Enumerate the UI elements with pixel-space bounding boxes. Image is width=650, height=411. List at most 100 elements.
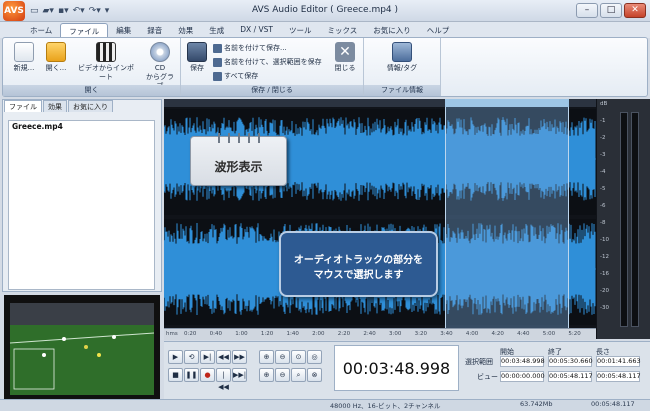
save-all-icon	[213, 71, 222, 81]
ribbon: 新規... 開く... ビデオからインポート CD からグラブ 開く 保存 名前…	[2, 37, 648, 97]
film-clapper-icon	[96, 42, 116, 62]
selection-overview-bar[interactable]	[445, 99, 569, 107]
db-label: dB	[600, 101, 608, 107]
callout-select-line1: オーディオトラックの部分を	[293, 255, 424, 266]
play-button[interactable]: ▶	[168, 350, 183, 364]
tab-record[interactable]: 録音	[139, 23, 170, 38]
ruler-unit: hms	[166, 331, 178, 337]
cd-grab-button[interactable]: CD からグラブ	[143, 42, 177, 91]
ruler-tick-label: 3:00	[389, 331, 402, 337]
tab-favorites-panel[interactable]: お気に入り	[68, 100, 113, 112]
tab-favorites[interactable]: お気に入り	[365, 23, 419, 38]
view-end-field[interactable]: 00:05:48.117	[548, 371, 593, 382]
file-list	[8, 120, 155, 290]
tab-edit[interactable]: 編集	[108, 23, 139, 38]
ruler-tick-label: 4:20	[491, 331, 504, 337]
selection-end-field[interactable]: 00:05:30.660	[548, 356, 593, 367]
fast-forward-button[interactable]: ▶▶	[232, 350, 247, 364]
ruler-tick-label: 2:20	[337, 331, 351, 337]
tab-help[interactable]: ヘルプ	[419, 23, 458, 38]
maximize-button[interactable]: □	[600, 3, 622, 18]
db-label: -6	[600, 203, 606, 209]
tab-dx-vst[interactable]: DX / VST	[232, 23, 281, 38]
minimize-button[interactable]: –	[576, 3, 598, 18]
folder-icon	[46, 42, 66, 62]
zoom-fit-vertical-icon[interactable]: ⌕	[291, 368, 306, 382]
zoom-reset-icon[interactable]: ⊗	[307, 368, 322, 382]
zoom-out-vertical-icon[interactable]: ⊖	[275, 368, 290, 382]
zoom-in-vertical-icon[interactable]: ⊕	[259, 368, 274, 382]
ruler-tick-label: 1:20	[260, 331, 274, 337]
save-as-button[interactable]: 名前を付けて保存...	[213, 43, 287, 53]
ruler-tick-label: 5:00	[542, 331, 556, 337]
tab-generate[interactable]: 生成	[201, 23, 232, 38]
go-to-start-button[interactable]: |◀◀	[216, 368, 231, 391]
save-all-button[interactable]: すべて保存	[213, 71, 258, 81]
new-file-icon	[14, 42, 34, 62]
time-ruler[interactable]: hms 0:20 0:40 1:00 1:20 1:40 2:00 2:20 2:40 3:00…	[164, 328, 596, 340]
ruler-tick-label: 4:40	[517, 331, 530, 337]
stop-button[interactable]: ■	[168, 368, 183, 382]
group-label-save-close: 保存 / 閉じる	[181, 85, 363, 96]
db-label: -12	[600, 254, 609, 260]
file-list-item[interactable]: Greece.mp4	[12, 122, 63, 131]
window-title: AVS Audio Editor ( Greece.mp4 )	[251, 5, 399, 15]
open-button[interactable]: 開く...	[41, 42, 71, 73]
ruler-tick-label: 1:40	[286, 331, 299, 337]
ruler-tick-label: 0:40	[209, 331, 222, 337]
play-to-end-button[interactable]: ▶|	[200, 350, 215, 364]
tab-mix[interactable]: ミックス	[319, 23, 365, 38]
close-file-button[interactable]: ✕ 閉じる	[331, 42, 359, 73]
zoom-full-icon[interactable]: ◎	[307, 350, 322, 364]
close-window-button[interactable]: ✕	[624, 3, 646, 18]
tab-effects[interactable]: 効果	[170, 23, 201, 38]
save-button[interactable]: 保存	[185, 42, 209, 73]
video-preview	[4, 295, 160, 402]
ruler-tick-label: 5:20	[568, 331, 581, 337]
save-selection-icon	[213, 57, 222, 67]
tab-file[interactable]: ファイル	[60, 23, 109, 38]
cd-icon	[150, 42, 170, 62]
selection-start-field[interactable]: 00:03:48.998	[500, 356, 545, 367]
spiral-binding-icon	[218, 133, 260, 143]
callout-select-line2: マウスで選択します	[313, 270, 404, 281]
ribbon-group-open: 新規... 開く... ビデオからインポート CD からグラブ 開く	[3, 38, 181, 96]
view-length-field[interactable]: 00:05:48.117	[596, 371, 641, 382]
ruler-tick-label: 0:20	[184, 331, 197, 337]
new-button[interactable]: 新規...	[9, 42, 39, 73]
level-meter-right	[631, 112, 639, 327]
loop-button[interactable]: ⟲	[184, 350, 199, 364]
db-label: -8	[600, 220, 606, 226]
callout-waveform-display-text: 波形表示	[214, 160, 263, 174]
level-meter-left	[620, 112, 628, 327]
ribbon-group-save-close: 保存 名前を付けて保存... 名前を付けて、選択範囲を保存 すべて保存 ✕ 閉じ…	[181, 38, 364, 96]
ruler-tick-label: 3:40	[440, 331, 453, 337]
save-as-icon	[213, 43, 222, 53]
view-start-field[interactable]: 00:00:00.000	[500, 371, 545, 382]
tab-files[interactable]: ファイル	[4, 100, 42, 112]
current-time: 00:03:48.998	[342, 359, 451, 378]
rewind-button[interactable]: ◀◀	[216, 350, 231, 364]
status-bar	[0, 399, 650, 411]
close-x-icon: ✕	[335, 42, 355, 62]
go-to-end-button[interactable]: ▶▶|	[232, 368, 247, 382]
pause-button[interactable]: ❚❚	[184, 368, 199, 382]
ruler-tick-label: 2:40	[363, 331, 376, 337]
ruler-tick-label: 1:00	[235, 331, 248, 337]
selection-overlay[interactable]	[445, 107, 569, 328]
zoom-out-icon[interactable]: ⊖	[275, 350, 290, 364]
floppy-disk-icon	[187, 42, 207, 62]
record-button[interactable]: ●	[200, 368, 215, 382]
selection-length-field[interactable]: 00:01:41.663	[596, 356, 641, 367]
info-tag-button[interactable]: 情報/タグ	[378, 42, 426, 73]
save-selection-button[interactable]: 名前を付けて、選択範囲を保存	[213, 57, 322, 67]
ribbon-group-file-info: 情報/タグ ファイル情報	[364, 38, 441, 96]
db-label: -1	[600, 118, 606, 124]
group-label-file-info: ファイル情報	[364, 85, 440, 96]
import-video-button[interactable]: ビデオからインポート	[75, 42, 137, 82]
tab-effects-panel[interactable]: 効果	[43, 100, 67, 112]
zoom-in-icon[interactable]: ⊕	[259, 350, 274, 364]
tab-tools[interactable]: ツール	[281, 23, 320, 38]
tab-home[interactable]: ホーム	[22, 23, 60, 38]
zoom-selection-icon[interactable]: ⊙	[291, 350, 306, 364]
